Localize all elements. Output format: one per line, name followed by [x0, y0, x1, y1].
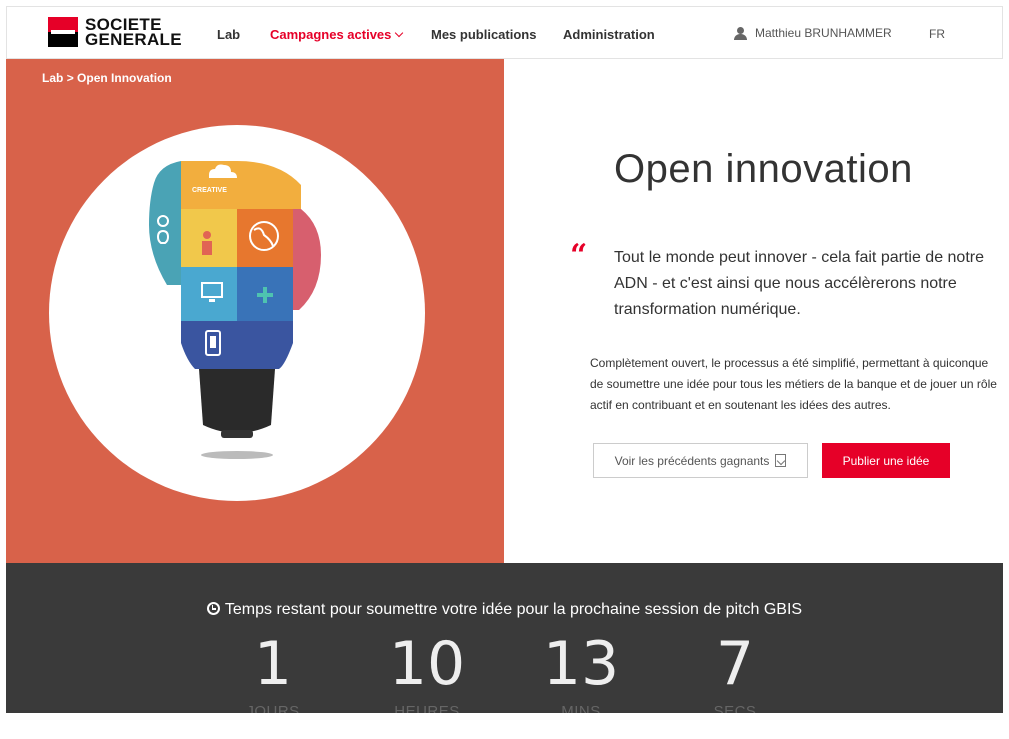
nav-campagnes-label: Campagnes actives [270, 27, 392, 42]
countdown-mins-value: 13 [542, 629, 620, 699]
countdown-secs: 7 SECS [675, 629, 795, 720]
lightbulb-puzzle-illustration: CREATIVE [149, 161, 321, 459]
nav-administration[interactable]: Administration [563, 27, 655, 42]
breadcrumb-current: Open Innovation [77, 71, 172, 85]
chevron-down-icon [395, 28, 404, 38]
svg-text:CREATIVE: CREATIVE [192, 187, 227, 194]
hero-content-panel: Open innovation “ Tout le monde peut inn… [504, 59, 1003, 563]
logo-text: SOCIETE GENERALE [85, 15, 182, 49]
language-selector[interactable]: FR [929, 27, 945, 41]
countdown-title: Temps restant pour soumettre votre idée … [6, 601, 1003, 619]
pdf-icon [775, 454, 787, 467]
countdown-hours: 10 HEURES [367, 629, 487, 720]
countdown-hours-value: 10 [388, 629, 466, 699]
breadcrumb-separator: > [66, 71, 74, 85]
countdown-days: 1 JOURS [213, 629, 333, 720]
societe-generale-logo[interactable]: SOCIETE GENERALE [48, 15, 182, 49]
view-previous-winners-button[interactable]: Voir les précédents gagnants [593, 443, 808, 478]
countdown-mins: 13 MINS [521, 629, 641, 720]
hero-quote: Tout le monde peut innover - cela fait p… [614, 249, 984, 318]
user-name: Matthieu BRUNHAMMER [755, 26, 892, 40]
quote-mark-icon: “ [570, 238, 588, 273]
clock-icon [206, 602, 220, 615]
page-title: Open innovation [614, 147, 913, 191]
countdown-days-value: 1 [253, 629, 293, 699]
nav-lab[interactable]: Lab [217, 27, 240, 42]
nav-campagnes-actives[interactable]: Campagnes actives [270, 27, 404, 42]
breadcrumb: Lab > Open Innovation [42, 71, 172, 85]
user-menu[interactable]: Matthieu BRUNHAMMER [734, 26, 892, 40]
page-bottom-margin [0, 713, 1009, 739]
hero-illustration-panel: Lab > Open Innovation CREATIVE [6, 59, 504, 563]
illustration-circle: CREATIVE [49, 125, 425, 501]
user-icon [734, 26, 747, 40]
countdown-secs-value: 7 [715, 629, 755, 699]
publish-idea-button[interactable]: Publier une idée [822, 443, 950, 478]
hero-description: Complètement ouvert, le processus a été … [590, 356, 997, 412]
logo-mark-icon [48, 17, 78, 47]
top-navbar: SOCIETE GENERALE Lab Campagnes actives M… [6, 6, 1003, 59]
nav-mes-publications[interactable]: Mes publications [431, 27, 536, 42]
view-previous-winners-label: Voir les précédents gagnants [614, 453, 770, 468]
breadcrumb-lab[interactable]: Lab [42, 71, 63, 85]
countdown-banner: Temps restant pour soumettre votre idée … [6, 563, 1003, 720]
